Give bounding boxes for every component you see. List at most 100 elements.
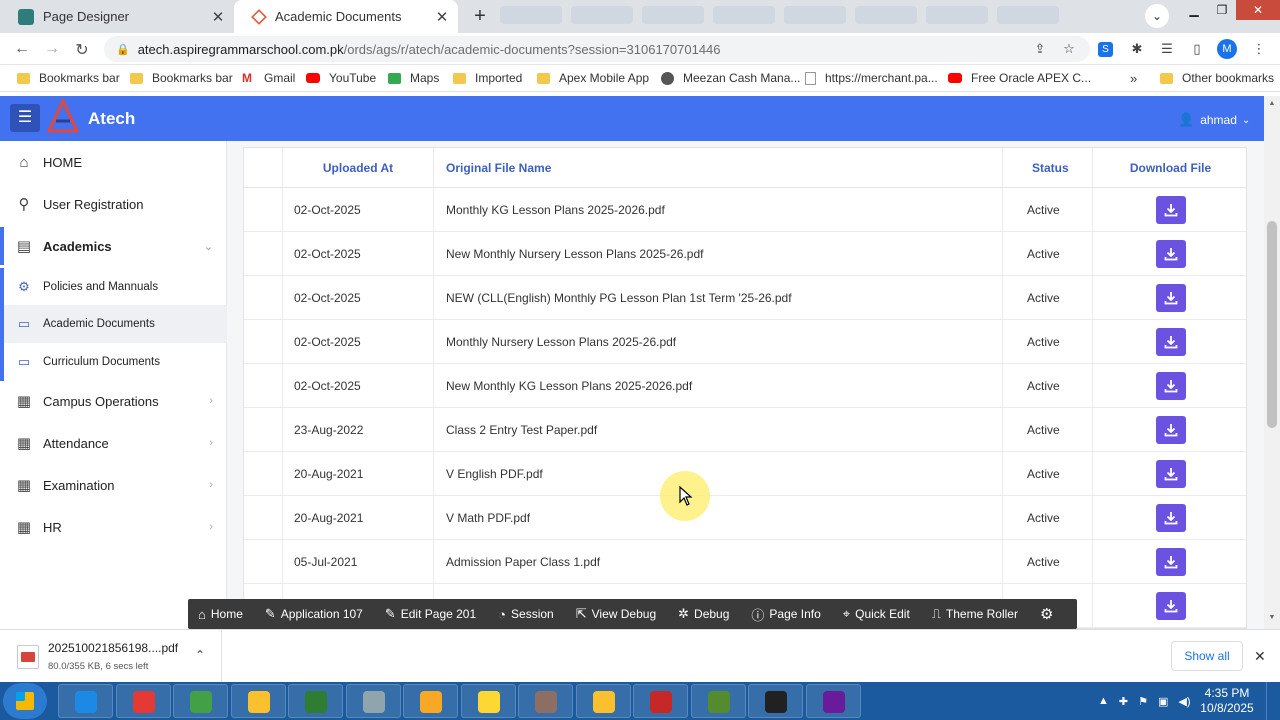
bookmark-item[interactable]: Bookmarks bar: [17, 71, 120, 85]
volume-icon[interactable]: ◀): [1178, 695, 1190, 708]
download-button[interactable]: [1155, 591, 1186, 620]
dev-settings-button[interactable]: ⚙: [1040, 605, 1058, 623]
other-bookmarks[interactable]: Other bookmarks: [1160, 71, 1274, 85]
excel-taskbar-button[interactable]: [288, 684, 343, 718]
url-bar[interactable]: 🔒 atech.aspiregrammarschool.com.pk/ords/…: [104, 36, 1090, 62]
paint-taskbar-button[interactable]: [518, 684, 573, 718]
side-panel-icon[interactable]: ▯: [1188, 40, 1206, 58]
tab-academic-documents[interactable]: Academic Documents ✕: [234, 0, 458, 33]
bookmark-item[interactable]: Bookmarks bar: [130, 71, 233, 85]
sidebar-item-policies[interactable]: ⚙ Policies and Mannuals: [0, 268, 227, 306]
download-button[interactable]: [1155, 327, 1186, 356]
forward-icon[interactable]: →: [42, 40, 62, 58]
dev-session-button[interactable]: ◔ Session: [498, 607, 554, 622]
internet-explorer-taskbar-button[interactable]: [58, 684, 113, 718]
download-button[interactable]: [1155, 195, 1186, 224]
frog-taskbar-button[interactable]: [690, 684, 746, 718]
download-button[interactable]: [1155, 371, 1186, 400]
reload-icon[interactable]: ↻: [72, 40, 92, 60]
sidebar-item-user-registration[interactable]: ⚲ User Registration: [0, 185, 227, 223]
page-scrollbar[interactable]: ▲ ▼: [1264, 96, 1280, 629]
dev-theme-roller-button[interactable]: ⎍ Theme Roller: [932, 606, 1018, 622]
dev-view-debug-button[interactable]: ⇱ View Debug: [576, 606, 656, 622]
network-icon[interactable]: ▣: [1158, 695, 1168, 708]
col-status[interactable]: Status: [1003, 148, 1093, 187]
apex-taskbar-button[interactable]: [230, 684, 286, 718]
dev-home-button[interactable]: ⌂ Home: [198, 607, 243, 622]
restore-icon[interactable]: ❐: [1208, 0, 1236, 20]
col-uploaded-at[interactable]: Uploaded At: [283, 148, 434, 187]
recorder-taskbar-button[interactable]: [805, 684, 861, 718]
sidebar-item-examination[interactable]: ▦ Examination ›: [0, 466, 227, 504]
user-menu[interactable]: 👤 ahmad ⌄: [1178, 112, 1250, 128]
bookmarks-overflow-chevron-icon[interactable]: »: [1130, 71, 1137, 86]
apex-taskbar-button[interactable]: [575, 684, 631, 718]
share-icon[interactable]: ⇪: [1031, 40, 1049, 58]
sidebar-item-home[interactable]: ⌂ HOME: [0, 143, 227, 181]
sidebar-item-campus-operations[interactable]: ▦ Campus Operations ›: [0, 382, 227, 420]
scrollbar-thumb[interactable]: [1267, 221, 1277, 428]
bookmark-item[interactable]: Imported: [453, 71, 522, 85]
download-button[interactable]: [1155, 459, 1186, 488]
col-download-file[interactable]: Download File: [1093, 148, 1248, 187]
puzzle-icon[interactable]: ✱: [1128, 40, 1146, 58]
taskbar-clock[interactable]: 4:35 PM 10/8/2025: [1197, 686, 1257, 716]
tray-flag-icon[interactable]: ⚑: [1138, 695, 1148, 708]
download-button[interactable]: [1155, 547, 1186, 576]
sidebar-item-curriculum-documents[interactable]: ▭ Curriculum Documents: [0, 343, 227, 381]
dev-debug-button[interactable]: ✲ Debug: [678, 606, 729, 622]
col-original-file-name[interactable]: Original File Name: [434, 148, 1003, 187]
tool-taskbar-button[interactable]: [345, 684, 401, 718]
sidebar-item-hr[interactable]: ▦ HR ›: [0, 508, 227, 546]
remote-desktop-taskbar-button[interactable]: [173, 684, 228, 718]
download-button[interactable]: [1155, 283, 1186, 312]
bookmark-item[interactable]: Apex Mobile App: [537, 71, 649, 85]
sidebar-item-academic-documents[interactable]: ▭ Academic Documents: [0, 305, 227, 343]
outlook-taskbar-button[interactable]: [403, 684, 458, 718]
bookmark-item[interactable]: Meezan Cash Mana...: [661, 71, 800, 85]
bookmark-item[interactable]: YouTube: [306, 71, 376, 85]
show-all-button[interactable]: Show all: [1171, 641, 1243, 671]
minimize-icon[interactable]: ▁: [1180, 0, 1208, 20]
calendar-taskbar-button[interactable]: [633, 684, 688, 718]
download-button[interactable]: [1155, 415, 1186, 444]
sidebar-item-attendance[interactable]: ▦ Attendance ›: [0, 424, 227, 462]
dev-application-button[interactable]: ✎ Application 107: [265, 606, 363, 622]
chrome-taskbar-button[interactable]: [115, 684, 171, 718]
media-queue-icon[interactable]: ☰: [1158, 40, 1176, 58]
dev-quick-edit-button[interactable]: ⌖ Quick Edit: [843, 606, 910, 622]
bookmark-item[interactable]: Free Oracle APEX C...: [948, 71, 1091, 85]
kebab-menu-icon[interactable]: ⋮: [1250, 40, 1268, 58]
scroll-up-icon[interactable]: ▲: [1264, 100, 1280, 107]
row-selector: [244, 320, 283, 363]
scroll-down-icon[interactable]: ▼: [1264, 614, 1280, 621]
bookmark-item[interactable]: M Gmail: [242, 71, 295, 85]
back-icon[interactable]: ←: [12, 40, 32, 58]
dev-page-info-button[interactable]: ⓘ Page Info: [751, 605, 820, 624]
show-desktop-button[interactable]: [1266, 682, 1280, 720]
download-button[interactable]: [1155, 239, 1186, 268]
download-button[interactable]: [1155, 503, 1186, 532]
hamburger-menu-button[interactable]: ☰: [10, 104, 40, 132]
bookmark-item[interactable]: https://merchant.pa...: [805, 71, 938, 85]
sidebar-item-academics[interactable]: ▤ Academics ⌄: [0, 227, 227, 265]
dev-edit-page-button[interactable]: ✎ Edit Page 201: [385, 606, 476, 622]
new-tab-button[interactable]: +: [468, 5, 492, 29]
download-item[interactable]: 202510021856198....pdf 80.0/355 KB, 6 se…: [0, 630, 222, 683]
close-icon[interactable]: ✕: [1254, 648, 1266, 665]
close-icon[interactable]: ✕: [434, 8, 450, 26]
file-explorer-taskbar-button[interactable]: [460, 684, 516, 718]
close-window-icon[interactable]: ✕: [1236, 0, 1280, 20]
chevron-up-icon[interactable]: ⌃: [195, 648, 205, 662]
bookmark-item[interactable]: Maps: [388, 71, 439, 85]
extension-icon[interactable]: S: [1098, 42, 1113, 57]
tab-search-chevron-icon[interactable]: ⌄: [1145, 4, 1169, 28]
cmd-taskbar-button[interactable]: [748, 684, 803, 718]
tray-app-icon[interactable]: ✚: [1119, 695, 1128, 708]
close-icon[interactable]: ✕: [210, 8, 226, 26]
tray-up-arrow-icon[interactable]: ▲: [1098, 695, 1109, 707]
start-button[interactable]: [3, 683, 47, 719]
profile-avatar[interactable]: M: [1217, 39, 1237, 59]
tab-page-designer[interactable]: Page Designer ✕: [0, 0, 234, 33]
bookmark-star-icon[interactable]: ☆: [1060, 40, 1078, 58]
